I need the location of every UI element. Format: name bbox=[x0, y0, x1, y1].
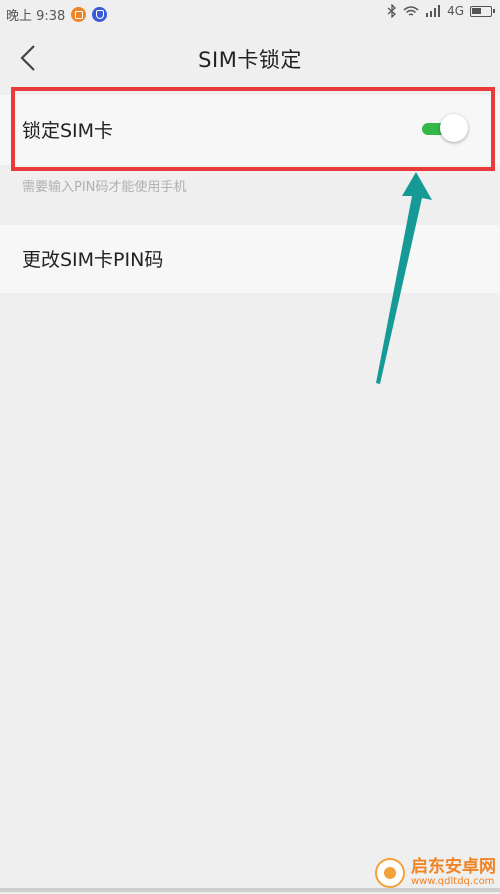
watermark-logo-icon bbox=[375, 858, 405, 888]
change-pin-label: 更改SIM卡PIN码 bbox=[22, 249, 164, 271]
watermark: 启东安卓网 www.qdltdq.com bbox=[375, 858, 496, 888]
watermark-text: 启东安卓网 www.qdltdq.com bbox=[411, 856, 496, 887]
watermark-url: www.qdltdq.com bbox=[411, 875, 495, 887]
network-type: 4G bbox=[447, 4, 464, 18]
lock-sim-hint: 需要输入PIN码才能使用手机 bbox=[22, 180, 187, 195]
change-pin-row[interactable]: 更改SIM卡PIN码 bbox=[0, 225, 500, 293]
notification-orange-icon bbox=[71, 7, 87, 22]
bottom-divider bbox=[0, 888, 500, 892]
watermark-title: 启东安卓网 bbox=[411, 856, 496, 877]
page-title: SIM卡锁定 bbox=[198, 48, 302, 72]
battery-charging-icon bbox=[470, 5, 495, 17]
status-time: 晚上 9:38 bbox=[6, 9, 66, 24]
signal-icon bbox=[426, 5, 441, 17]
wifi-icon bbox=[403, 5, 419, 16]
status-left: 晚上 9:38 bbox=[6, 5, 108, 24]
bluetooth-icon bbox=[387, 4, 397, 18]
highlight-box bbox=[11, 87, 495, 171]
status-right: 4G bbox=[387, 4, 495, 18]
status-bar: 晚上 9:38 4G bbox=[0, 0, 500, 26]
header: SIM卡锁定 bbox=[0, 26, 500, 90]
shield-blue-icon bbox=[92, 7, 108, 22]
